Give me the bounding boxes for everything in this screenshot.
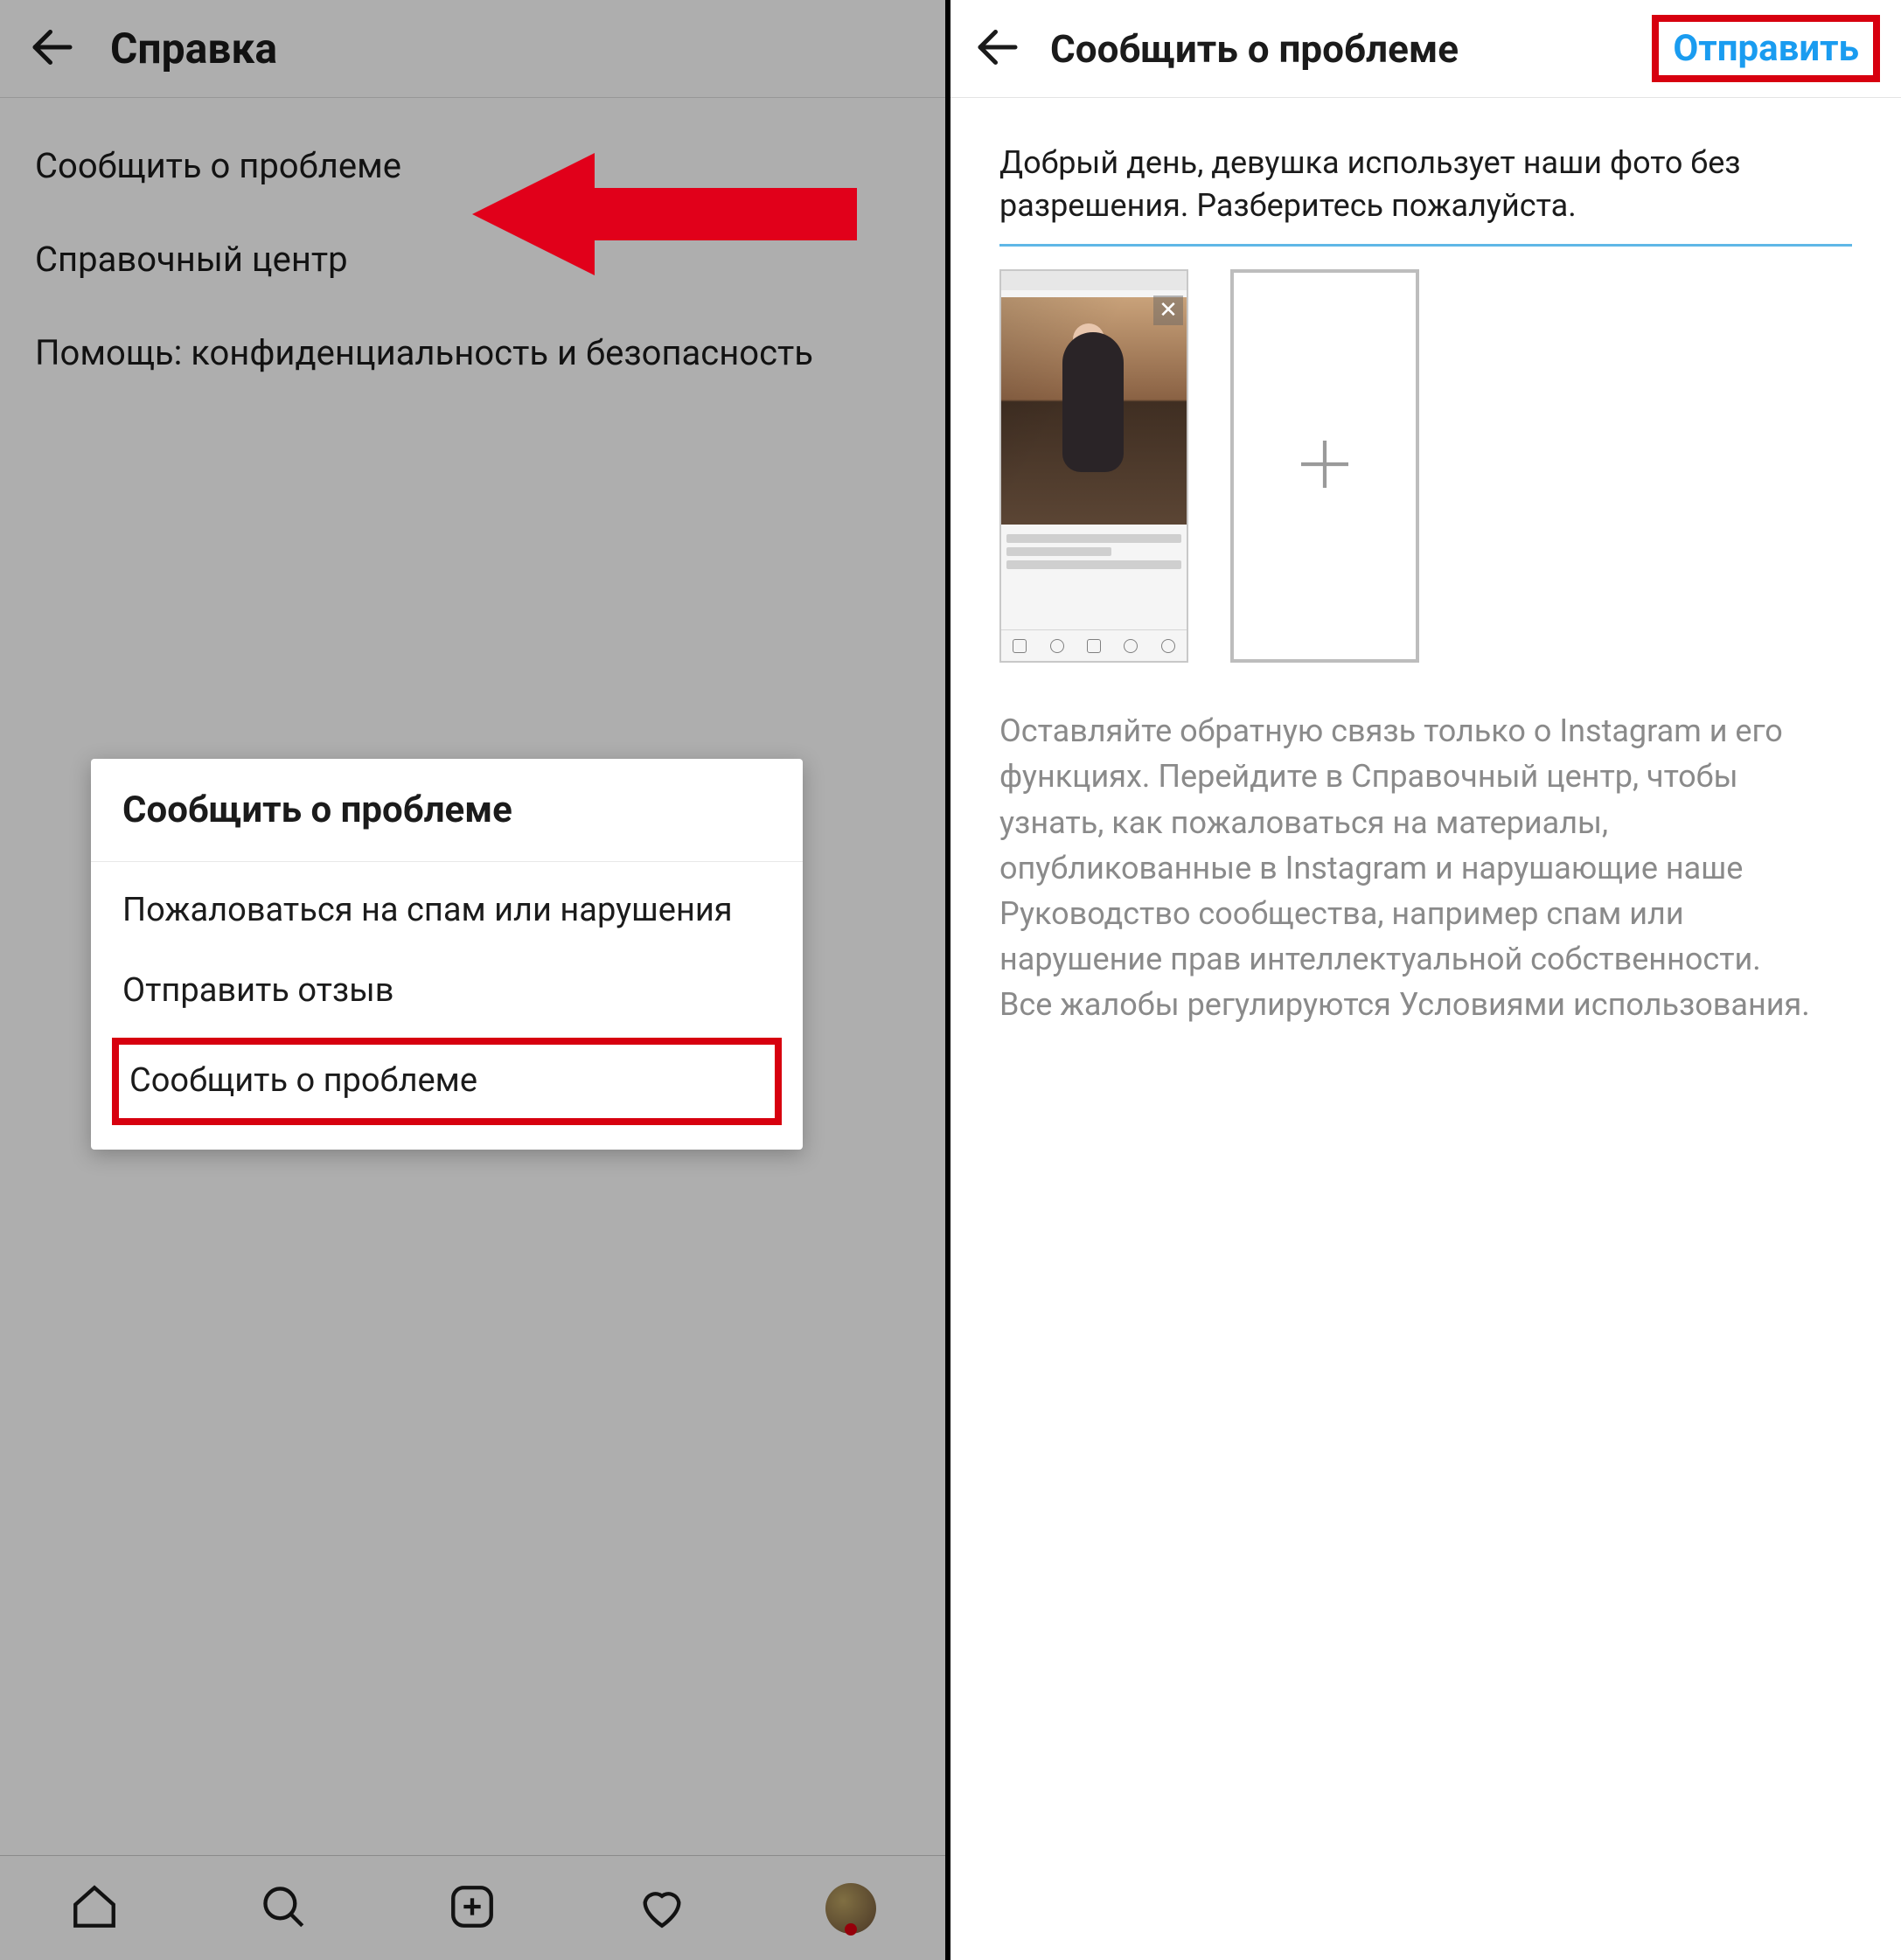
report-text-input[interactable]: Добрый день, девушка использует наши фот… xyxy=(999,142,1852,247)
dialog-item-feedback[interactable]: Отправить отзыв xyxy=(91,951,803,1032)
remove-attachment-icon[interactable]: ✕ xyxy=(1153,295,1183,325)
activity-heart-icon[interactable] xyxy=(637,1881,687,1936)
report-problem-dialog: Сообщить о проблеме Пожаловаться на спам… xyxy=(91,759,803,1150)
submit-button[interactable]: Отправить xyxy=(1652,15,1880,82)
header: Справка xyxy=(0,0,945,98)
profile-avatar[interactable] xyxy=(825,1883,876,1934)
menu-item-privacy-security[interactable]: Помощь: конфиденциальность и безопасност… xyxy=(0,306,857,400)
help-screen: Справка Сообщить о проблеме Справочный ц… xyxy=(0,0,950,1960)
feedback-hint-text: Оставляйте обратную связь только о Insta… xyxy=(999,708,1821,1027)
page-title: Справка xyxy=(110,24,277,73)
dialog-item-spam[interactable]: Пожаловаться на спам или нарушения xyxy=(91,871,803,951)
back-arrow-icon[interactable] xyxy=(26,21,79,77)
dialog-item-report-problem[interactable]: Сообщить о проблеме xyxy=(112,1038,782,1125)
annotation-arrow-icon xyxy=(472,153,857,279)
header: Сообщить о проблеме Отправить xyxy=(950,0,1901,98)
back-arrow-icon[interactable] xyxy=(971,21,1024,77)
plus-icon xyxy=(1293,433,1356,499)
search-icon[interactable] xyxy=(258,1881,309,1936)
attachments-row: ✕ xyxy=(999,269,1852,663)
attachment-thumbnail[interactable]: ✕ xyxy=(999,269,1188,663)
page-title: Сообщить о проблеме xyxy=(1050,26,1626,72)
bottom-nav xyxy=(0,1855,945,1960)
add-post-icon[interactable] xyxy=(447,1881,498,1936)
dialog-title: Сообщить о проблеме xyxy=(91,759,803,862)
home-icon[interactable] xyxy=(69,1881,120,1936)
report-problem-screen: Сообщить о проблеме Отправить Добрый ден… xyxy=(950,0,1901,1960)
add-attachment-button[interactable] xyxy=(1230,269,1419,663)
